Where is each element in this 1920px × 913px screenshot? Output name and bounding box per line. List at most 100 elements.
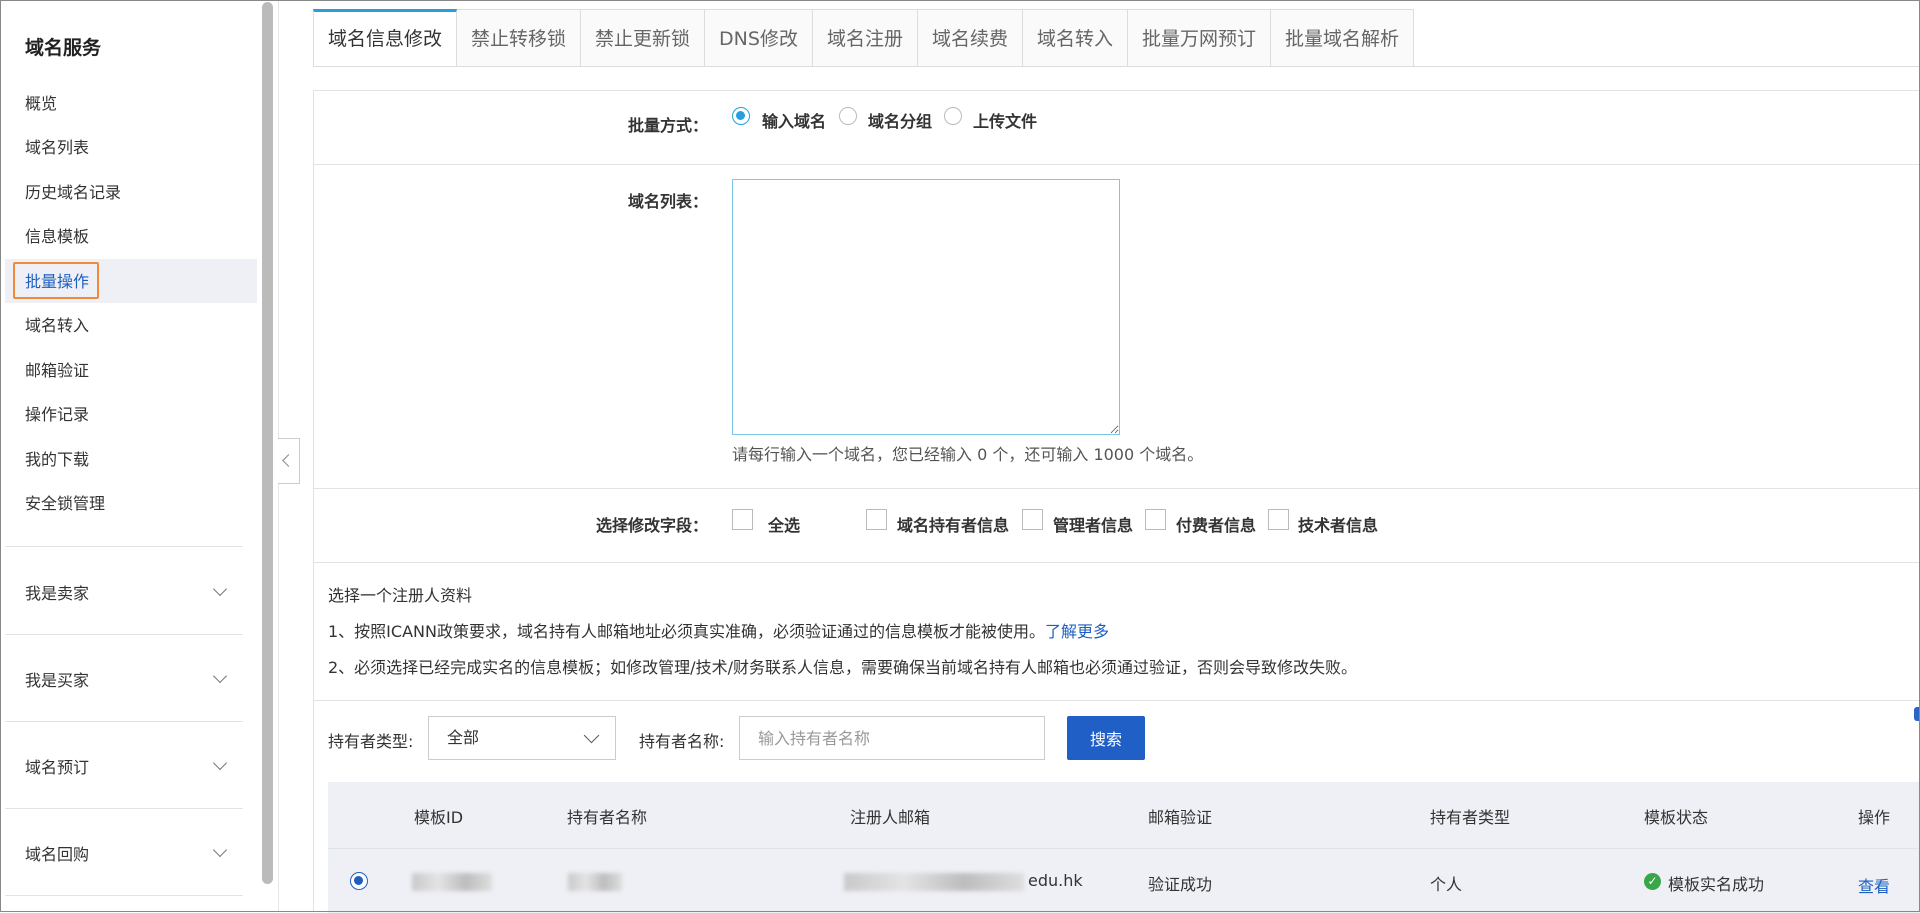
chevron-down-icon	[212, 668, 228, 684]
sidebar-collapse-button[interactable]	[278, 438, 300, 484]
chevron-down-icon	[212, 842, 228, 858]
chevron-down-icon	[212, 755, 228, 771]
row-divider	[313, 700, 1920, 701]
sidebar-item-history[interactable]: 历史域名记录	[25, 182, 121, 204]
column-header: 持有者类型	[1430, 808, 1511, 827]
sidebar-item-transfer-in[interactable]: 域名转入	[25, 315, 89, 337]
tab-batch-reserve[interactable]: 批量万网预订	[1128, 9, 1272, 67]
domain-list-label: 域名列表：	[628, 192, 709, 211]
tab-transfer-lock[interactable]: 禁止转移锁	[457, 9, 582, 67]
radio-input-domain-label: 输入域名	[762, 112, 827, 131]
checkbox-tech-info-label: 技术者信息	[1298, 516, 1379, 535]
redacted-template-id	[412, 873, 492, 891]
sidebar-divider	[5, 895, 243, 896]
tab-dns-edit[interactable]: DNS修改	[705, 9, 813, 67]
row-select-radio[interactable]	[350, 872, 368, 890]
email-suffix: edu.hk	[1028, 871, 1083, 890]
sidebar-item-email-verify[interactable]: 邮箱验证	[25, 360, 89, 382]
column-header: 操作	[1858, 808, 1891, 827]
sidebar-group-buyer[interactable]: 我是买家	[25, 667, 228, 691]
sidebar-group-label: 我是卖家	[25, 584, 90, 603]
sidebar-group-reserve[interactable]: 域名预订	[25, 754, 228, 778]
tab-domain-info-edit[interactable]: 域名信息修改	[313, 9, 458, 67]
tab-bar: 域名信息修改 禁止转移锁 禁止更新锁 DNS修改 域名注册 域名续费 域名转入 …	[313, 9, 1415, 67]
redacted-holder-name	[568, 873, 622, 891]
registrant-note-1: 1、按照ICANN政策要求，域名持有人邮箱地址必须真实准确，必须验证通过的信息模…	[328, 618, 1109, 642]
column-header: 注册人邮箱	[850, 808, 931, 827]
chevron-down-icon	[212, 581, 228, 597]
checkbox-tech-info[interactable]	[1268, 509, 1289, 530]
holder-name-label: 持有者名称:	[639, 732, 725, 751]
sidebar-item-security-lock[interactable]: 安全锁管理	[25, 493, 105, 515]
template-status: 模板实名成功	[1668, 875, 1765, 894]
tabs-divider	[313, 66, 1920, 67]
sidebar-item-templates[interactable]: 信息模板	[25, 226, 89, 248]
sidebar-group-label: 我是买家	[25, 671, 90, 690]
sidebar-group-buyback[interactable]: 域名回购	[25, 841, 228, 865]
tab-batch-resolve[interactable]: 批量域名解析	[1271, 9, 1415, 67]
column-header: 模板ID	[414, 808, 464, 827]
table-header: 模板ID 持有者名称 注册人邮箱 邮箱验证 持有者类型 模板状态 操作	[328, 782, 1920, 848]
sidebar-item-overview[interactable]: 概览	[25, 93, 57, 115]
holder-name-input[interactable]	[739, 716, 1045, 760]
row-divider	[313, 488, 1920, 489]
learn-more-link[interactable]: 了解更多	[1045, 622, 1109, 641]
holder-type-select[interactable]: 全部	[428, 716, 616, 760]
tab-domain-renew[interactable]: 域名续费	[917, 9, 1023, 67]
radio-input-domain[interactable]	[732, 107, 750, 125]
table-row: edu.hk 验证成功 个人 ✓ 模板实名成功 查看	[328, 848, 1920, 913]
column-header: 邮箱验证	[1148, 808, 1213, 827]
sidebar-item-downloads[interactable]: 我的下载	[25, 449, 89, 471]
sidebar-divider	[5, 546, 243, 547]
checkbox-billing-info[interactable]	[1145, 509, 1166, 530]
column-header: 模板状态	[1644, 808, 1709, 827]
row-divider	[313, 562, 1920, 563]
sidebar-divider	[5, 721, 243, 722]
email-verify-status: 验证成功	[1148, 875, 1213, 894]
chevron-down-icon	[583, 727, 600, 744]
checkbox-admin-info-label: 管理者信息	[1053, 516, 1134, 535]
radio-upload-file-label: 上传文件	[973, 112, 1038, 131]
chevron-left-icon	[282, 454, 295, 467]
checkbox-holder-info[interactable]	[866, 509, 887, 530]
sidebar-title: 域名服务	[25, 37, 102, 59]
holder-type-value: 全部	[447, 728, 480, 747]
radio-upload-file[interactable]	[944, 107, 962, 125]
checkbox-admin-info[interactable]	[1022, 509, 1043, 530]
sidebar-scrollbar[interactable]	[262, 2, 273, 884]
domain-list-textarea[interactable]	[732, 179, 1120, 435]
search-button[interactable]: 搜索	[1067, 716, 1145, 760]
checkbox-billing-info-label: 付费者信息	[1176, 516, 1257, 535]
sidebar-divider	[5, 808, 243, 809]
tab-domain-register[interactable]: 域名注册	[812, 9, 918, 67]
registrant-note-1-text: 1、按照ICANN政策要求，域名持有人邮箱地址必须真实准确，必须验证通过的信息模…	[328, 622, 1045, 641]
registrant-heading: 选择一个注册人资料	[328, 586, 473, 605]
sidebar-group-label: 域名预订	[25, 758, 90, 777]
sidebar-group-seller[interactable]: 我是卖家	[25, 580, 228, 604]
column-header: 持有者名称	[567, 808, 648, 827]
checkbox-select-all-label: 全选	[768, 516, 801, 535]
fields-label: 选择修改字段：	[595, 516, 708, 535]
holder-type-cell: 个人	[1430, 875, 1463, 894]
checkbox-holder-info-label: 域名持有者信息	[897, 516, 1010, 535]
sidebar-item-domain-list[interactable]: 域名列表	[25, 137, 89, 159]
sidebar: 域名服务 概览 域名列表 历史域名记录 信息模板 批量操作 域名转入 邮箱验证 …	[1, 1, 257, 911]
row-divider	[313, 164, 1920, 165]
registrant-note-2: 2、必须选择已经完成实名的信息模板；如修改管理/技术/财务联系人信息，需要确保当…	[328, 658, 1357, 677]
domain-list-hint: 请每行输入一个域名，您已经输入 0 个，还可输入 1000 个域名。	[732, 445, 1204, 464]
sidebar-divider	[5, 634, 243, 635]
sidebar-item-batch[interactable]: 批量操作	[25, 271, 89, 293]
checkbox-select-all[interactable]	[732, 509, 753, 530]
view-link[interactable]: 查看	[1858, 873, 1890, 897]
sidebar-item-operation-log[interactable]: 操作记录	[25, 404, 89, 426]
side-float-handle[interactable]	[1914, 707, 1920, 721]
sidebar-group-label: 域名回购	[25, 845, 90, 864]
batch-mode-label: 批量方式：	[628, 116, 709, 135]
holder-type-label: 持有者类型:	[328, 732, 414, 751]
radio-domain-group-label: 域名分组	[868, 112, 933, 131]
check-circle-icon: ✓	[1644, 873, 1661, 890]
radio-domain-group[interactable]	[839, 107, 857, 125]
tab-domain-transfer-in[interactable]: 域名转入	[1022, 9, 1128, 67]
redacted-email	[844, 873, 1024, 891]
tab-update-lock[interactable]: 禁止更新锁	[581, 9, 706, 67]
